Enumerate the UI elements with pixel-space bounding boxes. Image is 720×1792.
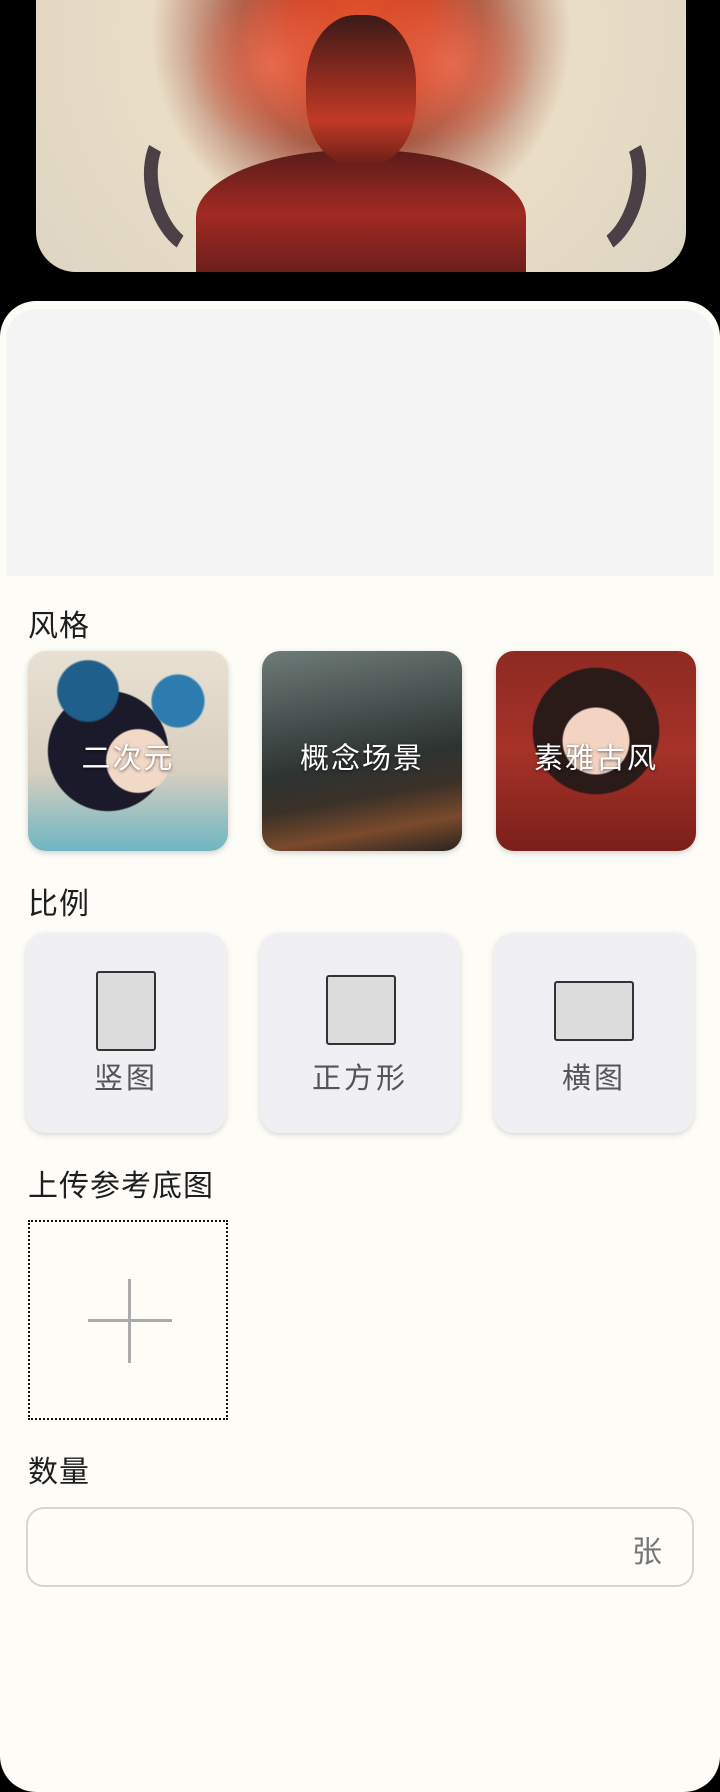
ratio-card-landscape[interactable]: 横图 [494, 933, 694, 1133]
ratio-card-portrait[interactable]: 竖图 [26, 933, 226, 1133]
portrait-ratio-icon [96, 971, 156, 1051]
ratio-label: 正方形 [311, 1061, 408, 1095]
quantity-unit: 张 [632, 1535, 662, 1570]
style-card-anime[interactable]: 二次元 [28, 651, 228, 851]
ratio-card-square[interactable]: 正方形 [260, 933, 460, 1133]
ratio-label: 横图 [561, 1061, 626, 1095]
upload-reference-button[interactable] [28, 1220, 228, 1420]
style-card-label: 概念场景 [299, 741, 424, 775]
style-card-label: 二次元 [81, 741, 175, 775]
style-section-title: 风格 [28, 609, 90, 644]
ratio-label: 竖图 [93, 1061, 158, 1095]
style-card-label: 素雅古风 [533, 741, 658, 775]
ratio-section-title: 比例 [28, 887, 90, 922]
upload-section-title: 上传参考底图 [28, 1169, 214, 1204]
style-card-concept-scene[interactable]: 概念场景 [262, 651, 462, 851]
quantity-section-title: 数量 [28, 1455, 90, 1490]
hero-artwork [36, 0, 686, 272]
square-ratio-icon [326, 975, 396, 1045]
prompt-area[interactable] [6, 309, 714, 576]
quantity-field[interactable]: 张 [26, 1507, 694, 1587]
quantity-input[interactable] [48, 1519, 592, 1577]
landscape-ratio-icon [554, 981, 634, 1041]
settings-sheet: 风格 二次元 概念场景 素雅古风 比例 竖图 正方形 横图 上传参考底图 数量 … [0, 301, 720, 1792]
style-card-ancient[interactable]: 素雅古风 [496, 651, 696, 851]
